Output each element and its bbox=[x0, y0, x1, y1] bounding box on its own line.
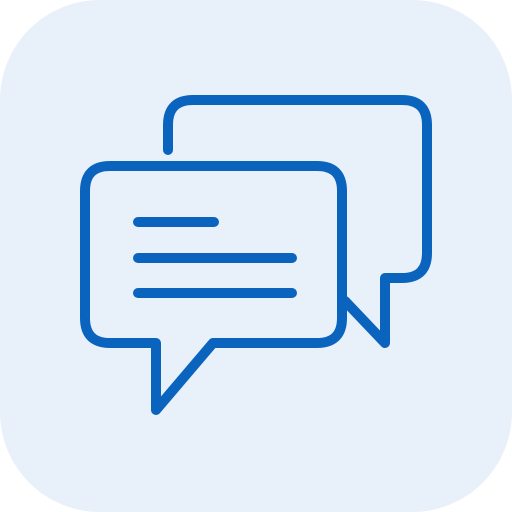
chat-bubbles-icon bbox=[0, 0, 512, 512]
app-icon[interactable] bbox=[0, 0, 512, 512]
